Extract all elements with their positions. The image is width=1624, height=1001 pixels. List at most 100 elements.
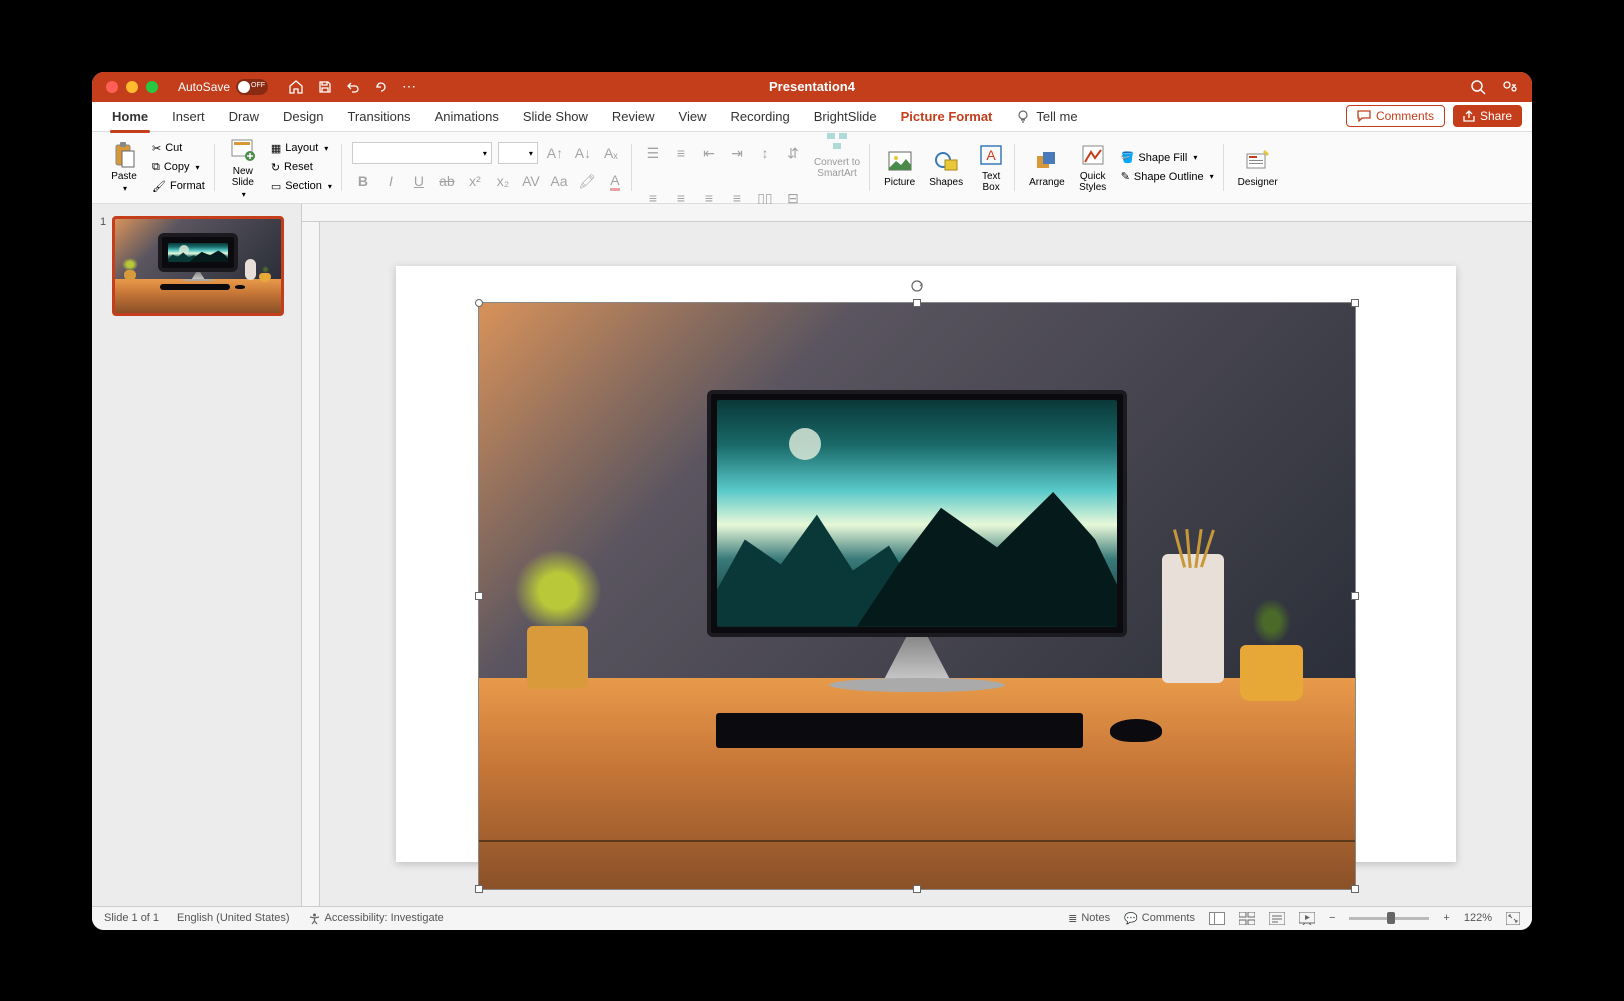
notes-icon: ≣ xyxy=(1068,912,1077,925)
designer-button[interactable]: Designer xyxy=(1234,145,1282,190)
font-family-select[interactable]: ▾ xyxy=(352,142,492,164)
resize-handle-bm[interactable] xyxy=(913,885,921,893)
textbox-button[interactable]: A Text Box xyxy=(973,139,1009,195)
accessibility-status[interactable]: Accessibility: Investigate xyxy=(308,912,444,925)
subscript-icon: x₂ xyxy=(492,170,514,192)
reset-button[interactable]: ↻Reset xyxy=(267,159,336,176)
status-bar: Slide 1 of 1 English (United States) Acc… xyxy=(92,906,1532,930)
layout-icon: ▦ xyxy=(271,142,281,155)
line-spacing-icon: ↕ xyxy=(754,142,776,164)
tab-insert[interactable]: Insert xyxy=(162,104,215,129)
autosave-toggle[interactable]: AutoSave OFF xyxy=(178,79,268,95)
more-icon[interactable]: ⋯ xyxy=(402,78,416,95)
comments-status-button[interactable]: 💬Comments xyxy=(1124,912,1195,925)
undo-icon[interactable] xyxy=(346,80,360,94)
tab-animations[interactable]: Animations xyxy=(425,104,509,129)
thumbnail-item[interactable]: 1 xyxy=(100,216,293,316)
resize-handle-ml[interactable] xyxy=(475,592,483,600)
slide-counter[interactable]: Slide 1 of 1 xyxy=(104,912,159,924)
shape-outline-button[interactable]: ✎Shape Outline▾ xyxy=(1117,168,1218,185)
new-slide-button[interactable]: New Slide ▾ xyxy=(225,134,261,201)
font-size-select[interactable]: ▾ xyxy=(498,142,538,164)
language-status[interactable]: English (United States) xyxy=(177,912,290,924)
slides-group: New Slide ▾ ▦Layout▾ ↻Reset ▭Section▾ xyxy=(219,136,342,199)
inserted-picture[interactable] xyxy=(478,302,1356,890)
slide-canvas[interactable] xyxy=(396,266,1456,862)
shapes-button[interactable]: Shapes xyxy=(925,145,967,190)
picture-button[interactable]: Picture xyxy=(880,145,919,190)
close-icon[interactable] xyxy=(106,81,118,93)
comments-button[interactable]: Comments xyxy=(1346,105,1445,127)
copy-button[interactable]: ⧉Copy▾ xyxy=(148,159,209,176)
resize-handle-tl[interactable] xyxy=(475,299,483,307)
maximize-icon[interactable] xyxy=(146,81,158,93)
switch-icon[interactable]: OFF xyxy=(236,79,268,95)
section-button[interactable]: ▭Section▾ xyxy=(267,178,336,195)
scissors-icon: ✂ xyxy=(152,142,161,155)
slideshow-view-icon[interactable] xyxy=(1299,912,1315,925)
superscript-icon: x² xyxy=(464,170,486,192)
layout-button[interactable]: ▦Layout▾ xyxy=(267,140,336,157)
decrease-font-icon: A↓ xyxy=(572,142,594,164)
vertical-ruler xyxy=(302,222,320,906)
share-button[interactable]: Share xyxy=(1453,105,1522,127)
notes-button[interactable]: ≣Notes xyxy=(1068,912,1110,925)
share-icon[interactable] xyxy=(1502,79,1518,95)
titlebar: AutoSave OFF ⋯ Presentation4 xyxy=(92,72,1532,102)
paragraph-group: ☰ ≡ ⇤ ⇥ ↕ ⇵ Convert to SmartArt ≡ ≡ ≡ ≡ xyxy=(636,136,870,199)
document-title: Presentation4 xyxy=(769,79,855,94)
fit-to-window-icon[interactable] xyxy=(1506,912,1520,925)
arrange-group: Arrange Quick Styles 🪣Shape Fill▾ ✎Shape… xyxy=(1019,136,1224,199)
canvas-scroll[interactable] xyxy=(320,222,1532,906)
zoom-in-button[interactable]: + xyxy=(1443,912,1449,924)
format-painter-button[interactable]: 🖌Format xyxy=(148,178,209,195)
normal-view-icon[interactable] xyxy=(1209,912,1225,925)
resize-handle-mr[interactable] xyxy=(1351,592,1359,600)
tab-design[interactable]: Design xyxy=(273,104,333,129)
slide-thumbnail[interactable] xyxy=(112,216,284,316)
share-arrow-icon xyxy=(1463,110,1475,122)
tab-draw[interactable]: Draw xyxy=(219,104,269,129)
redo-icon[interactable] xyxy=(374,80,388,94)
resize-handle-bl[interactable] xyxy=(475,885,483,893)
text-direction-icon: ⇵ xyxy=(782,142,804,164)
home-icon[interactable] xyxy=(288,80,304,94)
tab-slideshow[interactable]: Slide Show xyxy=(513,104,598,129)
tab-transitions[interactable]: Transitions xyxy=(337,104,420,129)
char-spacing-icon: AV xyxy=(520,170,542,192)
search-icon[interactable] xyxy=(1470,79,1486,95)
comment-icon xyxy=(1357,110,1371,122)
ribbon: Paste ▾ ✂Cut ⧉Copy▾ 🖌Format New Slide ▾ xyxy=(92,132,1532,204)
shape-fill-button[interactable]: 🪣Shape Fill▾ xyxy=(1117,149,1218,166)
slide-sorter-icon[interactable] xyxy=(1239,912,1255,925)
arrange-button[interactable]: Arrange xyxy=(1025,145,1069,190)
chevron-down-icon: ▾ xyxy=(123,184,127,193)
arrange-icon xyxy=(1033,147,1061,175)
tab-picture-format[interactable]: Picture Format xyxy=(891,104,1003,129)
autosave-label: AutoSave xyxy=(178,80,230,94)
rotate-handle-icon[interactable] xyxy=(910,279,924,293)
quick-styles-button[interactable]: Quick Styles xyxy=(1075,139,1111,195)
app-window: AutoSave OFF ⋯ Presentation4 Home Insert… xyxy=(92,72,1532,930)
bucket-icon: 🪣 xyxy=(1121,151,1135,164)
save-icon[interactable] xyxy=(318,80,332,94)
zoom-slider[interactable] xyxy=(1349,917,1429,920)
resize-handle-br[interactable] xyxy=(1351,885,1359,893)
resize-handle-tr[interactable] xyxy=(1351,299,1359,307)
indent-icon: ⇥ xyxy=(726,142,748,164)
new-slide-icon xyxy=(229,136,257,164)
minimize-icon[interactable] xyxy=(126,81,138,93)
bulb-icon xyxy=(1016,109,1030,123)
cut-button[interactable]: ✂Cut xyxy=(148,140,209,157)
tellme-search[interactable]: Tell me xyxy=(1006,104,1087,129)
reset-icon: ↻ xyxy=(271,161,280,174)
bullets-icon: ☰ xyxy=(642,142,664,164)
quick-styles-icon xyxy=(1079,141,1107,169)
reading-view-icon[interactable] xyxy=(1269,912,1285,925)
tab-home[interactable]: Home xyxy=(102,104,158,129)
zoom-level[interactable]: 122% xyxy=(1464,912,1492,924)
resize-handle-tm[interactable] xyxy=(913,299,921,307)
paste-button[interactable]: Paste ▾ xyxy=(106,139,142,195)
change-case-icon: Aa xyxy=(548,170,570,192)
zoom-out-button[interactable]: − xyxy=(1329,912,1335,924)
